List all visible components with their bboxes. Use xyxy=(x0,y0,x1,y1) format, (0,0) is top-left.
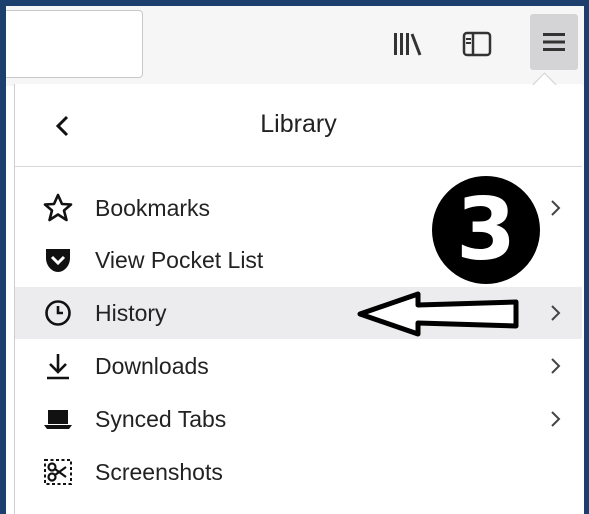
panel-header: Library xyxy=(15,84,582,167)
chevron-right-icon xyxy=(543,298,567,328)
menu-item-label: Bookmarks xyxy=(95,194,211,221)
menu-item-downloads[interactable]: Downloads xyxy=(15,340,582,392)
star-icon xyxy=(41,191,75,225)
laptop-icon xyxy=(41,402,75,436)
sidebar-icon xyxy=(462,31,492,57)
sidebar-button[interactable] xyxy=(454,18,500,70)
menu-item-label: History xyxy=(95,299,167,326)
menu-item-synced-tabs[interactable]: Synced Tabs xyxy=(15,393,582,445)
pointer-arrow-icon xyxy=(357,291,519,337)
menu-item-label: Downloads xyxy=(95,352,209,379)
hamburger-menu-icon xyxy=(543,33,565,51)
chevron-right-icon xyxy=(543,351,567,381)
menu-item-label: View Pocket List xyxy=(95,246,264,273)
download-icon xyxy=(41,349,75,383)
url-bar[interactable] xyxy=(6,10,143,78)
chevron-right-icon xyxy=(543,193,567,223)
menu-item-label: Synced Tabs xyxy=(95,405,227,432)
library-button[interactable] xyxy=(384,18,430,70)
scissors-icon xyxy=(41,455,75,489)
step-number-badge: 3 xyxy=(432,176,540,284)
menu-item-label: Screenshots xyxy=(95,458,223,485)
library-icon xyxy=(394,33,422,56)
chevron-right-icon xyxy=(543,404,567,434)
browser-toolbar xyxy=(6,6,584,86)
window-frame-right xyxy=(584,0,589,514)
clock-icon xyxy=(41,296,75,330)
panel-title: Library xyxy=(260,110,337,138)
menu-item-screenshots[interactable]: Screenshots xyxy=(15,446,582,498)
open-menu-button[interactable] xyxy=(530,14,578,70)
pocket-icon xyxy=(41,243,75,277)
